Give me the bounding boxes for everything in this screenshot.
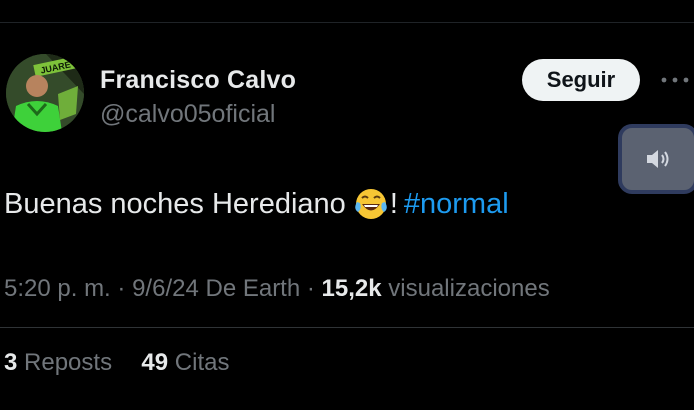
display-name[interactable]: Francisco Calvo [100, 66, 296, 95]
quotes-link[interactable]: 49 Citas [141, 349, 229, 376]
engagement-stats: 3 Reposts 49 Citas [4, 349, 229, 377]
tweet-text: Buenas noches Herediano ! #normal [4, 187, 509, 221]
tweet-text-main: Buenas noches Herediano [4, 187, 346, 220]
hashtag-link[interactable]: #normal [404, 188, 509, 221]
tweet-meta: 5:20 p. m. · 9/6/24 De Earth · 15,2k vis… [4, 275, 550, 303]
top-divider [0, 22, 694, 23]
avatar[interactable]: JUARE [6, 54, 84, 132]
views-count: 15,2k [321, 275, 382, 302]
reposts-count: 3 [4, 349, 18, 376]
speaker-icon [647, 150, 669, 168]
tweet-source: De Earth [205, 275, 301, 302]
quotes-count: 49 [141, 349, 169, 376]
user-handle[interactable]: @calvo05oficial [100, 100, 275, 129]
tweet-date[interactable]: 9/6/24 [132, 275, 199, 302]
reposts-link[interactable]: 3 Reposts [4, 349, 119, 376]
meta-separator: · [117, 275, 133, 302]
sound-toggle-button[interactable] [618, 124, 694, 194]
stats-divider [0, 327, 694, 328]
views-label: visualizaciones [388, 275, 550, 302]
tweet-time[interactable]: 5:20 p. m. [4, 275, 111, 302]
laughing-tears-emoji-icon [355, 189, 387, 219]
avatar-image: JUARE [6, 54, 84, 132]
quotes-label: Citas [174, 349, 230, 376]
meta-separator: · [306, 275, 322, 302]
reposts-label: Reposts [24, 349, 113, 376]
tweet-text-exclaim: ! [389, 187, 398, 220]
more-options-icon[interactable] [659, 70, 691, 90]
follow-button[interactable]: Seguir [522, 59, 640, 101]
